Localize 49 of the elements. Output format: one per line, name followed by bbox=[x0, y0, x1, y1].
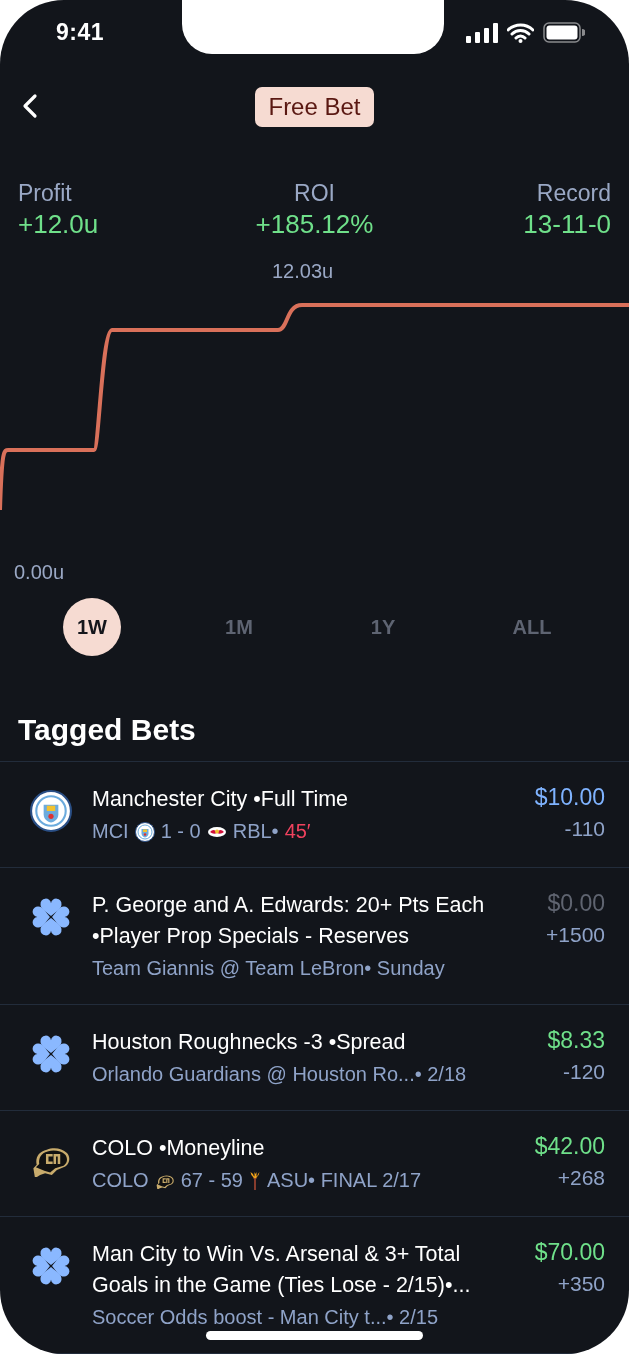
stat-value: 13-11-0 bbox=[523, 209, 611, 240]
bet-title: Manchester City •Full Time bbox=[92, 786, 350, 813]
section-title: Tagged Bets bbox=[18, 713, 196, 746]
live-minute: 45′ bbox=[284, 820, 311, 843]
club-crest-icon bbox=[30, 790, 72, 832]
battery-icon bbox=[543, 22, 585, 44]
bet-details: MCI bbox=[92, 820, 129, 843]
bet-title: Man City to Win Vs. Arsenal & 3+ Total Goals in the Game (Ties Lose - 2/15)•... bbox=[92, 1241, 472, 1299]
clover-icon bbox=[30, 1245, 72, 1287]
bet-title: Houston Roughnecks -3 •Spread bbox=[92, 1029, 407, 1056]
bet-details: COLO bbox=[92, 1169, 149, 1192]
pitchfork-icon bbox=[248, 1170, 261, 1191]
bet-details: Soccer Odds boost - Man City t...• 2/15 bbox=[92, 1306, 439, 1329]
bet-title: COLO •Moneyline bbox=[92, 1135, 266, 1162]
odds: -110 bbox=[564, 817, 605, 841]
chart-max-label: 12.03u bbox=[272, 260, 334, 283]
stake-amount: $42.00 bbox=[534, 1133, 605, 1160]
signal-icon bbox=[466, 22, 498, 43]
odds: +350 bbox=[557, 1272, 605, 1296]
stake-amount: $70.00 bbox=[534, 1239, 605, 1266]
bet-details: RBL• bbox=[232, 820, 279, 843]
odds: -120 bbox=[562, 1060, 605, 1084]
bet-details: 67 - 59 bbox=[180, 1169, 243, 1192]
stat-label: ROI bbox=[294, 180, 335, 207]
bet-title: P. George and A. Edwards: 20+ Pts Each •Player Prop Specials - Reserves bbox=[92, 892, 486, 950]
clover-icon bbox=[30, 896, 72, 938]
stat-label: Profit bbox=[18, 180, 72, 207]
bet-details: Orlando Guardians @ Houston Ro...• 2/18 bbox=[92, 1063, 467, 1086]
stat-value: +12.0u bbox=[18, 209, 99, 240]
wifi-icon bbox=[507, 22, 534, 43]
stake-amount: $8.33 bbox=[547, 1027, 605, 1054]
bet-details: ASU• FINAL 2/17 bbox=[266, 1169, 422, 1192]
range-tab[interactable]: 1Y bbox=[354, 598, 412, 657]
stat-value: +185.12% bbox=[255, 209, 374, 240]
stat-label: Record bbox=[536, 180, 611, 207]
club-crest-icon bbox=[134, 821, 155, 842]
stake-amount: $10.00 bbox=[534, 784, 605, 811]
odds: +1500 bbox=[546, 923, 605, 947]
free-bet-badge: Free Bet bbox=[255, 86, 374, 127]
range-tab[interactable]: ALL bbox=[503, 598, 561, 657]
clover-icon bbox=[30, 1033, 72, 1075]
bet-details: Team Giannis @ Team LeBron• Sunday bbox=[92, 957, 445, 980]
stake-amount: $0.00 bbox=[547, 890, 605, 917]
clock-time: 9:41 bbox=[56, 19, 105, 47]
bet-details: 1 - 0 bbox=[160, 820, 201, 843]
chart-min-label: 0.00u bbox=[14, 560, 65, 584]
range-tab[interactable]: 1M bbox=[210, 598, 268, 657]
odds: +268 bbox=[557, 1166, 605, 1190]
range-tab[interactable]: 1W bbox=[63, 598, 121, 657]
